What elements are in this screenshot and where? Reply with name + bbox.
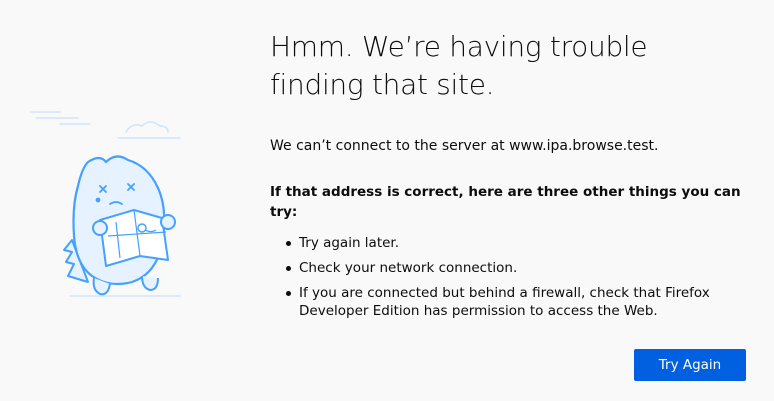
advice-heading: If that address is correct, here are thr… xyxy=(270,184,741,220)
page-title-line1: Hmm. We’re having trouble xyxy=(270,30,648,63)
try-again-button[interactable]: Try Again xyxy=(634,349,746,381)
advice-item: Try again later. xyxy=(286,234,750,252)
confused-dino-with-map-icon xyxy=(30,111,181,297)
error-description: We can’t connect to the server at www.ip… xyxy=(270,138,659,154)
page-title: Hmm. We’re having trouble finding that s… xyxy=(270,28,750,104)
advice-item: If you are connected but behind a firewa… xyxy=(286,284,750,320)
error-page: Hmm. We’re having trouble finding that s… xyxy=(0,0,774,401)
error-content: Hmm. We’re having trouble finding that s… xyxy=(270,28,750,327)
page-title-line2: finding that site. xyxy=(270,68,495,101)
advice-list: Try again later. Check your network conn… xyxy=(270,234,750,320)
advice-item: Check your network connection. xyxy=(286,259,750,277)
